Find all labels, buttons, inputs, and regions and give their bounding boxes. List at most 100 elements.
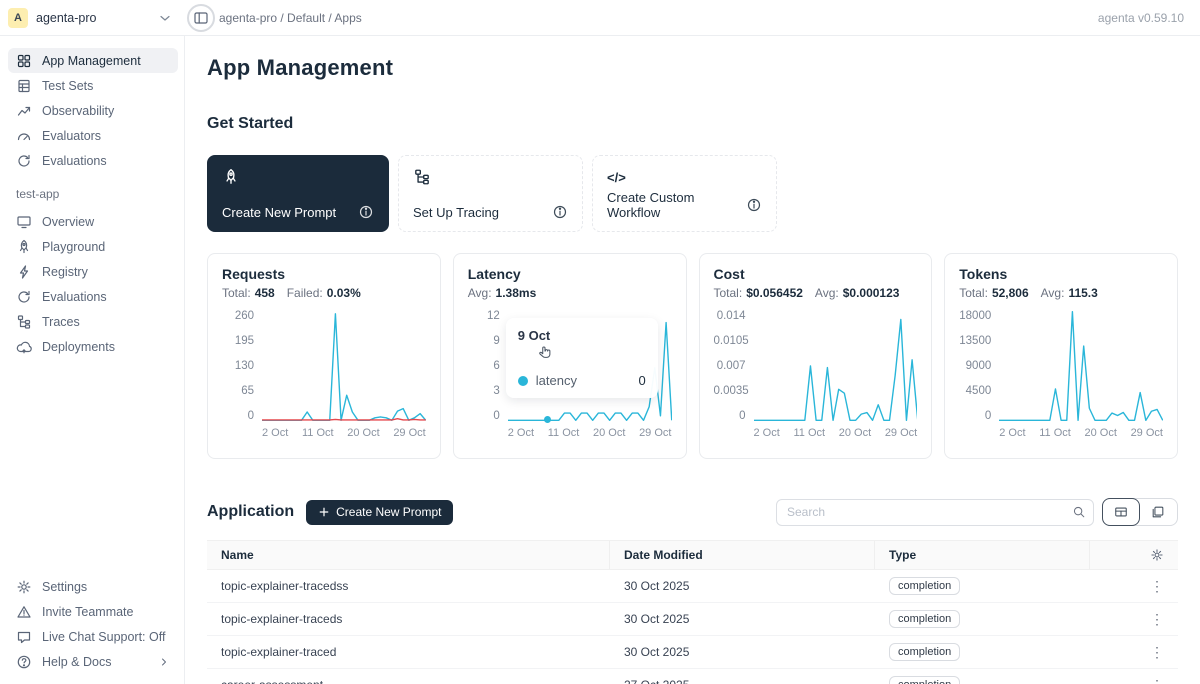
row-menu-button[interactable]: ⋮	[1090, 611, 1178, 628]
search-input[interactable]	[776, 499, 1094, 526]
sidebar-item-label: Observability	[42, 104, 114, 118]
sidebar-item-overview[interactable]: Overview	[8, 209, 178, 234]
column-settings-gear-icon[interactable]	[1150, 548, 1164, 562]
grid-icon	[16, 53, 32, 69]
series-dot	[518, 376, 528, 386]
tokens-line-chart[interactable]	[999, 310, 1163, 422]
type-badge: completion	[889, 643, 960, 661]
create-custom-workflow-card[interactable]: </> Create Custom Workflow	[592, 155, 777, 232]
sidebar-item-label: Evaluations	[42, 290, 107, 304]
y-axis-labels: 0.0140.01050.0070.00350	[714, 310, 754, 422]
chart-stats: Total:$0.056452 Avg:$0.000123	[714, 286, 918, 300]
app-name: topic-explainer-traced	[207, 645, 610, 659]
sidebar-item-deployments[interactable]: Deployments	[8, 334, 178, 359]
type-badge: completion	[889, 676, 960, 684]
applications-table: Name Date Modified Type topic-explainer-…	[207, 540, 1178, 684]
top-bar: A agenta-pro agenta-pro / Default / Apps…	[0, 0, 1200, 36]
x-axis-labels: 2 Oct11 Oct20 Oct29 Oct	[262, 427, 426, 439]
row-menu-button[interactable]: ⋮	[1090, 644, 1178, 661]
plus-icon	[318, 506, 330, 518]
chevron-down-icon	[157, 10, 173, 26]
sidebar-item-label: App Management	[42, 54, 141, 68]
cost-line-chart[interactable]	[754, 310, 918, 422]
requests-line-chart[interactable]	[262, 310, 426, 422]
page-title: App Management	[207, 55, 1178, 81]
chart-title: Latency	[468, 266, 672, 282]
workspace-selector[interactable]: A agenta-pro	[0, 0, 185, 35]
sidebar-item-label: Evaluations	[42, 154, 107, 168]
search-box	[776, 499, 1094, 526]
app-name: topic-explainer-tracedss	[207, 579, 610, 593]
chart-stats: Avg:1.38ms	[468, 286, 672, 300]
header-date-modified: Date Modified	[610, 541, 875, 569]
sidebar-item-settings[interactable]: Settings	[8, 574, 178, 599]
app-section-label: test-app	[16, 187, 184, 201]
monitor-icon	[16, 214, 32, 230]
sidebar-item-label: Playground	[42, 240, 105, 254]
create-new-prompt-button[interactable]: Create New Prompt	[306, 500, 453, 525]
card-label: Set Up Tracing	[413, 205, 499, 220]
y-axis-labels: 260195130650	[222, 310, 262, 422]
trend-chart-icon	[16, 103, 32, 119]
get-started-title: Get Started	[207, 115, 1178, 133]
question-circle-icon	[16, 654, 32, 670]
row-menu-button[interactable]: ⋮	[1090, 677, 1178, 684]
refresh-icon	[16, 153, 32, 169]
cost-chart-card: Cost Total:$0.056452 Avg:$0.000123 0.014…	[699, 253, 933, 459]
sidebar-item-help-docs[interactable]: Help & Docs	[8, 649, 178, 674]
sidebar-toggle-button[interactable]	[187, 4, 215, 32]
tooltip-value: 0	[639, 373, 646, 388]
card-label: Create New Prompt	[222, 205, 336, 220]
sidebar-item-app-evaluations[interactable]: Evaluations	[8, 284, 178, 309]
rocket-icon	[222, 168, 240, 186]
table-row[interactable]: topic-explainer-traceds 30 Oct 2025 comp…	[207, 603, 1178, 636]
sidebar-item-label: Live Chat Support: Off	[42, 630, 165, 644]
table-row[interactable]: topic-explainer-tracedss 30 Oct 2025 com…	[207, 570, 1178, 603]
sidebar-item-playground[interactable]: Playground	[8, 234, 178, 259]
type-badge: completion	[889, 577, 960, 595]
hand-cursor-icon	[536, 344, 554, 367]
chart-stats: Total:52,806 Avg:115.3	[959, 286, 1163, 300]
table-view-button[interactable]	[1102, 498, 1140, 526]
chart-title: Requests	[222, 266, 426, 282]
card-view-button[interactable]	[1139, 499, 1177, 525]
workspace-avatar: A	[8, 8, 28, 28]
rocket-icon	[16, 239, 32, 255]
main-content: App Management Get Started Create New Pr…	[185, 36, 1200, 684]
sidebar-item-label: Overview	[42, 215, 94, 229]
sidebar-item-registry[interactable]: Registry	[8, 259, 178, 284]
sidebar-item-evaluations[interactable]: Evaluations	[8, 148, 178, 173]
search-icon[interactable]	[1072, 505, 1086, 519]
sidebar-item-app-management[interactable]: App Management	[8, 48, 178, 73]
sidebar-item-observability[interactable]: Observability	[8, 98, 178, 123]
tree-icon	[16, 314, 32, 330]
table-row[interactable]: topic-explainer-traced 30 Oct 2025 compl…	[207, 636, 1178, 669]
date-modified: 30 Oct 2025	[610, 612, 875, 626]
header-name: Name	[207, 541, 610, 569]
set-up-tracing-card[interactable]: Set Up Tracing	[398, 155, 583, 232]
breadcrumb: agenta-pro / Default / Apps	[219, 11, 362, 25]
sidebar-item-label: Evaluators	[42, 129, 101, 143]
sidebar-item-label: Deployments	[42, 340, 115, 354]
app-version: agenta v0.59.10	[1098, 11, 1200, 25]
row-menu-button[interactable]: ⋮	[1090, 578, 1178, 595]
table-view-icon	[1114, 505, 1128, 519]
latency-chart-card: Latency Avg:1.38ms 129630 2 Oct11 Oct20 …	[453, 253, 687, 459]
create-new-prompt-card[interactable]: Create New Prompt	[207, 155, 389, 232]
workspace-name: agenta-pro	[36, 11, 149, 25]
sidebar-item-traces[interactable]: Traces	[8, 309, 178, 334]
code-icon: </>	[607, 167, 762, 187]
info-icon	[746, 197, 762, 213]
sidebar-item-live-chat-support[interactable]: Live Chat Support: Off	[8, 624, 178, 649]
table-row[interactable]: career-assessment 27 Oct 2025 completion…	[207, 669, 1178, 684]
app-name: topic-explainer-traceds	[207, 612, 610, 626]
sidebar-item-evaluators[interactable]: Evaluators	[8, 123, 178, 148]
tree-icon	[413, 168, 431, 186]
date-modified: 27 Oct 2025	[610, 678, 875, 684]
type-badge: completion	[889, 610, 960, 628]
app-name: career-assessment	[207, 678, 610, 684]
card-view-icon	[1151, 505, 1165, 519]
sidebar-item-invite-teammate[interactable]: Invite Teammate	[8, 599, 178, 624]
sidebar-item-test-sets[interactable]: Test Sets	[8, 73, 178, 98]
chat-bubble-icon	[16, 629, 32, 645]
